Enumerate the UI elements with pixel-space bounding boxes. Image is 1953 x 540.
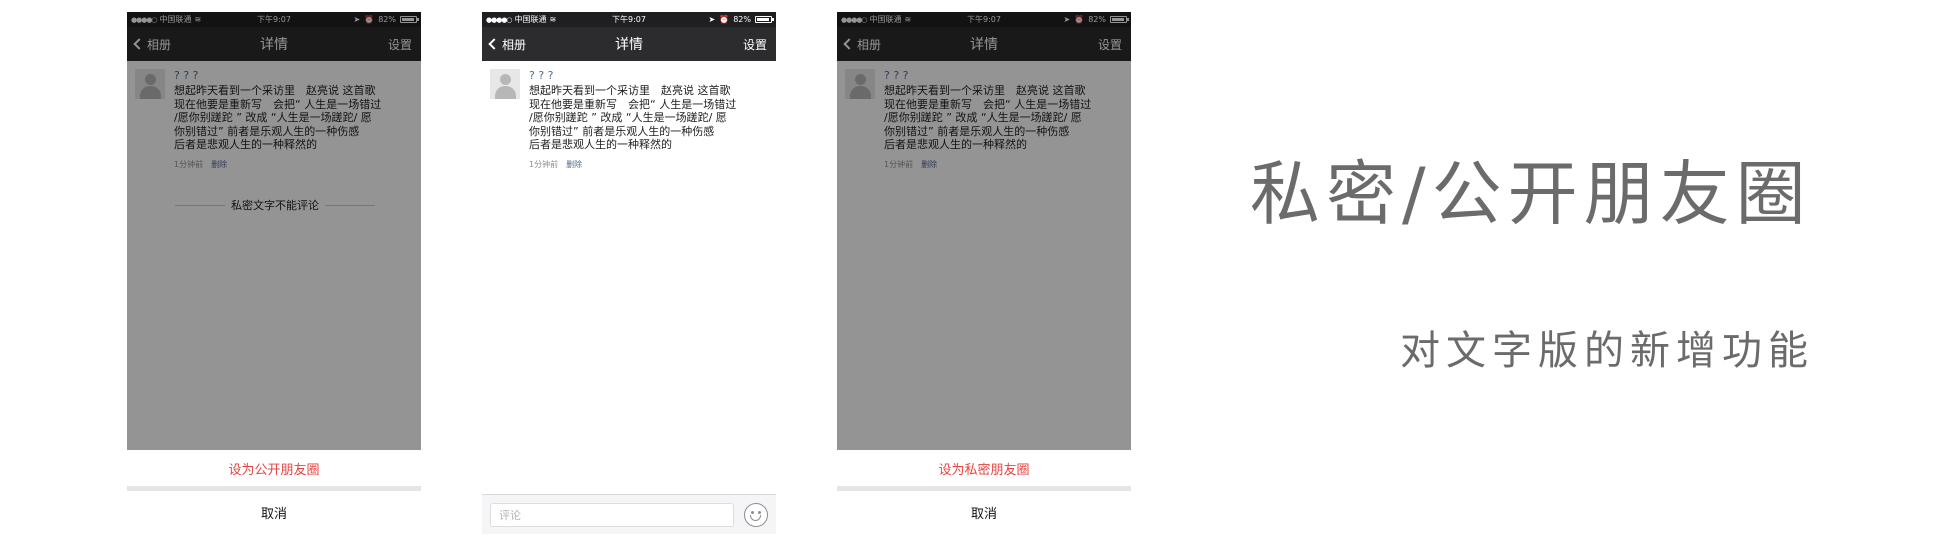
post-time: 1分钟前 <box>529 159 559 169</box>
settings-button[interactable]: 设置 <box>743 36 767 53</box>
post-author[interactable]: ? ? ? <box>529 69 768 83</box>
nav-bar: 相册 详情 设置 <box>482 27 776 61</box>
chevron-left-icon <box>488 38 500 50</box>
dim-overlay[interactable] <box>127 12 421 450</box>
location-icon: ➤ <box>708 15 716 24</box>
clock: 下午9:07 <box>612 15 646 24</box>
cancel-button[interactable]: 取消 <box>127 491 421 534</box>
carrier-label: 中国联通 <box>514 15 547 24</box>
battery-percent: 82% <box>733 15 751 24</box>
phone-screen-set-private: ●●●●○ 中国联通 ≋ 下午9:07 ➤ ⏰ 82% 相册 详情 设置 ? ? ? 想… <box>837 12 1131 534</box>
avatar[interactable] <box>490 69 520 99</box>
delete-link[interactable]: 删除 <box>566 159 582 170</box>
battery-icon <box>754 16 774 23</box>
emoji-icon[interactable] <box>744 502 768 527</box>
action-sheet: 设为私密朋友圈 取消 <box>837 450 1131 534</box>
status-bar: ●●●●○ 中国联通 ≋ 下午9:07 ➤ ⏰ 82% <box>482 12 776 27</box>
comment-bar: 评论 <box>482 494 776 534</box>
post-text: 想起昨天看到一个采访里 赵亮说 这首歌 现在他要是重新写 会把“ 人生是一场错过… <box>529 84 737 151</box>
page-title: 详情 <box>615 37 643 53</box>
dim-overlay[interactable] <box>837 12 1131 450</box>
cancel-button[interactable]: 取消 <box>837 491 1131 534</box>
wifi-icon: ≋ <box>549 15 557 24</box>
set-public-button[interactable]: 设为公开朋友圈 <box>127 450 421 486</box>
feature-headline: 私密/公开朋友圈 <box>1250 153 1812 235</box>
signal-dots-icon: ●●●●○ <box>486 15 513 24</box>
action-sheet: 设为公开朋友圈 取消 <box>127 450 421 534</box>
feature-subline: 对文字版的新增功能 <box>1400 328 1814 374</box>
phone-screen-private: ●●●●○ 中国联通 ≋ 下午9:07 ➤ ⏰ 82% 相册 详情 设置 ? ? ? 想… <box>127 12 421 534</box>
phone-screen-public: ●●●●○ 中国联通 ≋ 下午9:07 ➤ ⏰ 82% 相册 详情 设置 ? ? ? 想… <box>482 12 776 534</box>
back-label: 相册 <box>502 37 527 52</box>
comment-input[interactable]: 评论 <box>490 502 734 527</box>
set-private-button[interactable]: 设为私密朋友圈 <box>837 450 1131 486</box>
moment-post: ? ? ? 想起昨天看到一个采访里 赵亮说 这首歌 现在他要是重新写 会把“ 人… <box>482 61 776 170</box>
back-button[interactable]: 相册 <box>488 36 527 53</box>
alarm-icon: ⏰ <box>719 15 730 24</box>
